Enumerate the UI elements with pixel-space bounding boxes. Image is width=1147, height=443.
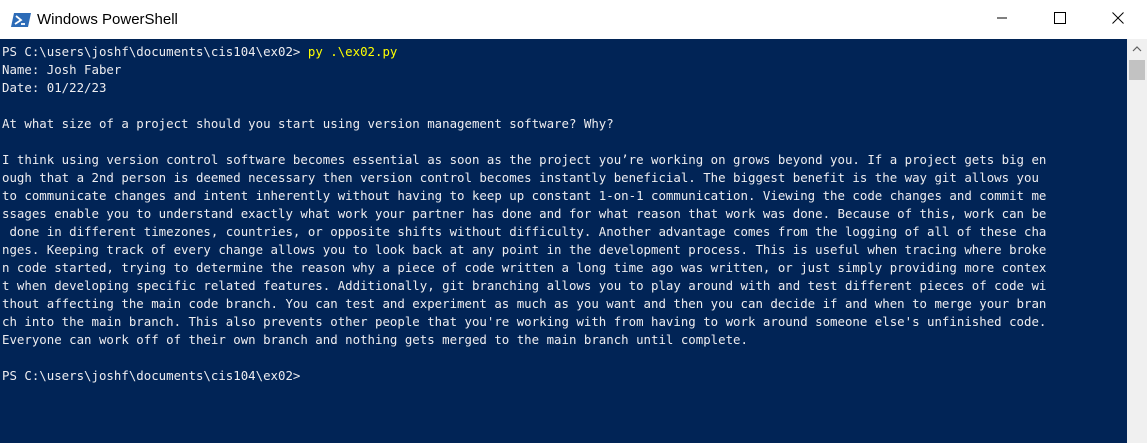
output-line: nges. Keeping track of every change allo…: [2, 242, 1047, 257]
output-line: Date: 01/22/23: [2, 80, 107, 95]
output-line: Everyone can work off of their own branc…: [2, 332, 748, 347]
scroll-up-button[interactable]: [1127, 39, 1147, 56]
title-bar[interactable]: Windows PowerShell: [0, 0, 1147, 39]
output-line: ough that a 2nd person is deemed necessa…: [2, 170, 1039, 185]
minimize-button[interactable]: [973, 0, 1031, 39]
output-line: to communicate changes and intent inhere…: [2, 188, 1047, 203]
output-line: thout affecting the main code branch. Yo…: [2, 296, 1047, 311]
output-line: n code started, trying to determine the …: [2, 260, 1047, 275]
command-line: PS C:\users\joshf\documents\cis104\ex02>…: [2, 43, 1127, 61]
output-line: t when developing specific related featu…: [2, 278, 1047, 293]
maximize-button[interactable]: [1031, 0, 1089, 39]
output-line: ch into the main branch. This also preve…: [2, 314, 1047, 329]
scroll-thumb[interactable]: [1129, 60, 1145, 80]
close-button[interactable]: [1089, 0, 1147, 39]
vertical-scrollbar[interactable]: [1127, 39, 1147, 443]
powershell-icon: [11, 11, 31, 29]
output-line: Name: Josh Faber: [2, 62, 122, 77]
output-line: At what size of a project should you sta…: [2, 116, 614, 131]
chevron-up-icon: [1132, 39, 1142, 57]
console-output[interactable]: PS C:\users\joshf\documents\cis104\ex02>…: [0, 39, 1127, 443]
minimize-icon: [996, 11, 1008, 29]
output-line: done in different timezones, countries, …: [2, 224, 1047, 239]
maximize-icon: [1054, 11, 1066, 29]
window-controls: [973, 0, 1147, 39]
command-text: py .\ex02.py: [307, 44, 398, 59]
prompt-text: PS C:\users\joshf\documents\cis104\ex02>: [2, 44, 308, 59]
prompt-line: PS C:\users\joshf\documents\cis104\ex02>: [2, 368, 301, 383]
window-title: Windows PowerShell: [37, 11, 178, 28]
output-line: ssages enable you to understand exactly …: [2, 206, 1047, 221]
powershell-window: Windows PowerShell PS C:\users\joshf\doc…: [0, 0, 1147, 443]
close-icon: [1112, 11, 1124, 29]
output-line: I think using version control software b…: [2, 152, 1047, 167]
